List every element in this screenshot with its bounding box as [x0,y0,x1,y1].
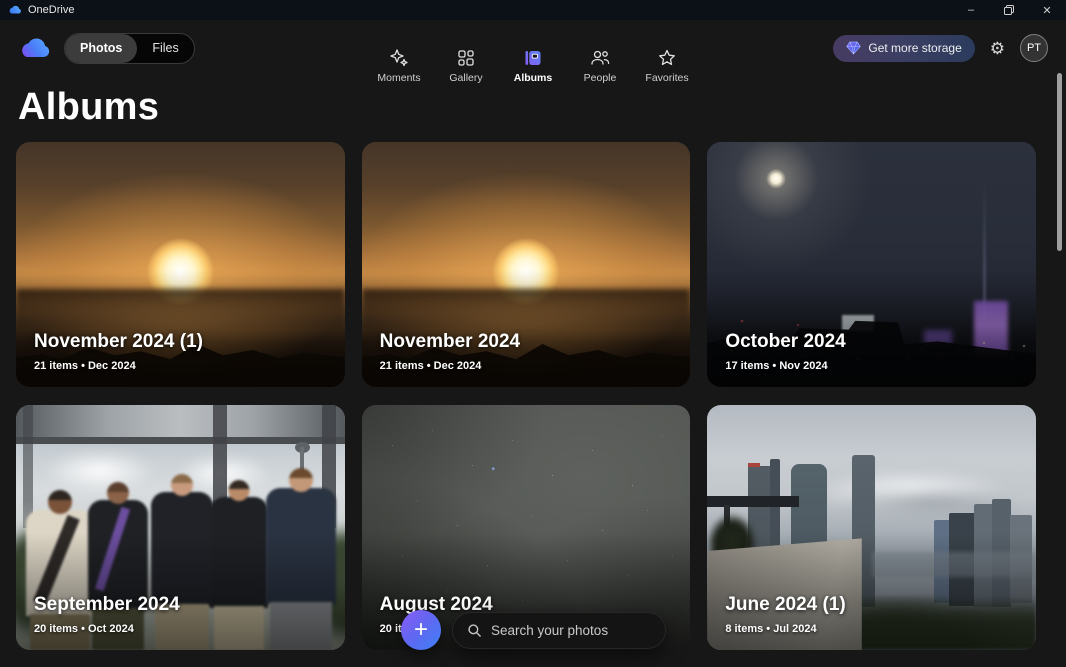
album-label: November 2024 21 items • Dec 2024 [380,331,520,372]
titlebar-app-identity: OneDrive [0,4,74,16]
album-card-october-2024[interactable]: October 2024 17 items • Nov 2024 [707,142,1036,387]
album-title: September 2024 [34,594,180,616]
album-meta: 8 items • Jul 2024 [725,623,845,635]
album-meta: 20 items • Oct 2024 [34,623,180,635]
add-button[interactable]: + [401,610,441,650]
album-meta: 17 items • Nov 2024 [725,360,845,372]
plus-icon: + [414,616,428,644]
diamond-icon [846,41,861,55]
album-meta: 21 items • Dec 2024 [380,360,520,372]
search-bar[interactable] [452,612,666,649]
avatar-initials: PT [1027,42,1041,54]
nav-item-gallery[interactable]: Gallery [439,48,493,84]
star-icon [657,48,677,68]
vertical-scrollbar-thumb[interactable] [1057,73,1062,251]
nav-label: Gallery [449,72,482,84]
albums-grid: November 2024 (1) 21 items • Dec 2024 No… [16,142,1036,650]
album-title: June 2024 (1) [725,594,845,616]
album-title: November 2024 (1) [34,331,203,353]
grid-icon [456,48,476,68]
get-more-storage-button[interactable]: Get more storage [833,35,974,62]
nav-item-people[interactable]: People [573,48,627,84]
settings-gear-icon[interactable]: ⚙ [990,40,1005,57]
sparkle-icon [389,48,409,68]
photo-book-icon [523,48,543,68]
album-label: September 2024 20 items • Oct 2024 [34,594,180,635]
nav-item-favorites[interactable]: Favorites [640,48,694,84]
onedrive-cloud-icon [18,37,52,60]
nav-label: Moments [377,72,420,84]
people-icon [590,48,610,68]
app-header: Photos Files Moments Gallery [0,20,1066,76]
onedrive-cloud-icon [8,5,22,15]
album-card-september-2024[interactable]: September 2024 20 items • Oct 2024 [16,405,345,650]
page-title: Albums [18,84,1066,130]
album-title: October 2024 [725,331,845,353]
album-label: October 2024 17 items • Nov 2024 [725,331,845,372]
minimize-icon: – [968,4,974,16]
toggle-files[interactable]: Files [137,34,193,63]
nav-label: Favorites [645,72,688,84]
account-avatar[interactable]: PT [1020,34,1048,62]
album-card-november-2024-1[interactable]: November 2024 (1) 21 items • Dec 2024 [16,142,345,387]
toggle-photos[interactable]: Photos [65,34,137,63]
nav-item-albums[interactable]: Albums [506,48,560,84]
window-controls: – ✕ [952,0,1066,20]
nav-label: People [584,72,617,84]
minimize-button[interactable]: – [952,0,990,20]
close-icon: ✕ [1042,4,1051,17]
app-title: OneDrive [28,4,74,16]
album-meta: 21 items • Dec 2024 [34,360,203,372]
onedrive-window: OneDrive – ✕ Photos Files [0,0,1066,667]
search-icon [467,623,482,638]
search-input[interactable] [491,623,641,638]
nav-item-moments[interactable]: Moments [372,48,426,84]
close-button[interactable]: ✕ [1028,0,1066,20]
album-title: November 2024 [380,331,520,353]
nav-label: Albums [514,72,553,84]
header-actions: Get more storage ⚙ PT [833,34,1048,62]
album-label: June 2024 (1) 8 items • Jul 2024 [725,594,845,635]
album-card-november-2024[interactable]: November 2024 21 items • Dec 2024 [362,142,691,387]
photos-files-toggle: Photos Files [64,33,195,64]
album-card-june-2024-1[interactable]: June 2024 (1) 8 items • Jul 2024 [707,405,1036,650]
storage-button-label: Get more storage [868,41,961,55]
album-label: November 2024 (1) 21 items • Dec 2024 [34,331,203,372]
restore-icon [1004,5,1014,15]
restore-button[interactable] [990,0,1028,20]
titlebar: OneDrive – ✕ [0,0,1066,20]
onedrive-logo[interactable] [18,37,52,60]
primary-nav: Moments Gallery Albums [372,48,694,84]
